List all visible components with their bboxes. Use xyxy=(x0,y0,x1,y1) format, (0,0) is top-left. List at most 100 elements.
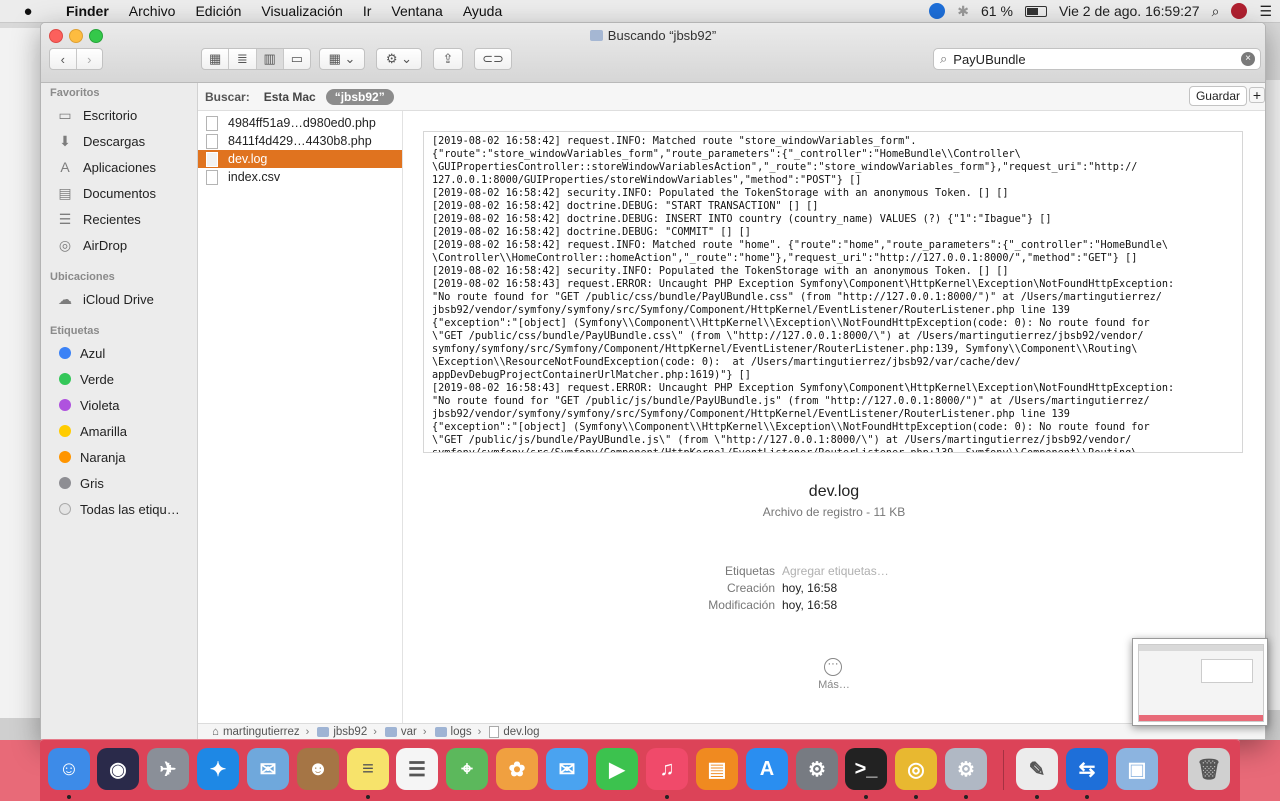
path-crumb[interactable]: jbsb92 xyxy=(311,726,367,738)
teamviewer-status-icon[interactable] xyxy=(929,3,946,19)
menu-ventana[interactable]: Ventana xyxy=(381,3,452,19)
finder-icon[interactable]: ☺ xyxy=(48,748,90,790)
file-row[interactable]: 4984ff51a9…d980ed0.php xyxy=(198,114,402,132)
trash-icon[interactable]: 🗑 xyxy=(1188,748,1230,790)
menu-edicion[interactable]: Edición xyxy=(185,3,251,19)
sidebar-tag-gris[interactable]: Gris xyxy=(56,473,104,493)
path-crumb[interactable]: var xyxy=(379,726,417,738)
thumbnail-preview xyxy=(1201,659,1253,683)
path-crumb-label: dev.log xyxy=(503,726,540,738)
icon-view-icon[interactable]: ▦ xyxy=(202,49,230,69)
path-crumb[interactable]: logs xyxy=(429,726,472,738)
search-input[interactable]: ⌕ PayUBundle × xyxy=(933,48,1261,70)
sidebar-tag-naranja[interactable]: Naranja xyxy=(56,447,126,467)
clock[interactable]: Vie 2 de ago. 16:59:27 xyxy=(1059,3,1200,19)
maps-icon[interactable]: ⌖ xyxy=(446,748,488,790)
menu-visualizacion[interactable]: Visualización xyxy=(251,3,352,19)
battery-icon[interactable] xyxy=(1024,5,1047,17)
clear-search-icon[interactable]: × xyxy=(1241,52,1255,66)
column-view-icon[interactable]: ▥ xyxy=(256,49,284,69)
bluetooth-icon[interactable]: ✱ xyxy=(957,3,969,20)
file-row[interactable]: 8411f4d429…4430b8.php xyxy=(198,132,402,150)
list-view-icon[interactable]: ≣ xyxy=(229,49,257,69)
add-tags-field[interactable]: Agregar etiquetas… xyxy=(782,564,889,578)
group-icon: ▦ ⌄ xyxy=(328,51,356,66)
more-icon[interactable]: ··· xyxy=(824,658,842,676)
screenshot-thumbnail[interactable] xyxy=(1132,638,1268,726)
save-search-button[interactable]: Guardar xyxy=(1188,86,1247,106)
search-scope-bar: Buscar: Esta Mac “jbsb92” Guardar + xyxy=(198,83,1265,111)
back-button[interactable]: ‹ xyxy=(50,49,77,69)
reminders-icon[interactable]: ☰ xyxy=(396,748,438,790)
facetime-icon[interactable]: ▶ xyxy=(596,748,638,790)
add-criteria-button[interactable]: + xyxy=(1249,87,1265,103)
share-icon: ⇪ xyxy=(442,51,454,66)
group-by-button[interactable]: ▦ ⌄ xyxy=(319,48,365,70)
home-icon: ⌂ xyxy=(212,726,219,738)
sidebar-item-aplicaciones[interactable]: A Aplicaciones xyxy=(56,157,156,177)
menu-ayuda[interactable]: Ayuda xyxy=(453,3,512,19)
books-icon[interactable]: ▤ xyxy=(696,748,738,790)
battery-percent[interactable]: 61 % xyxy=(981,3,1013,19)
log-preview[interactable]: [2019-08-02 16:58:42] request.INFO: Matc… xyxy=(423,131,1243,453)
messages-icon[interactable]: ✉ xyxy=(546,748,588,790)
system-preferences-icon[interactable]: ⚙ xyxy=(796,748,838,790)
file-row[interactable]: index.csv xyxy=(198,168,402,186)
menu-ir[interactable]: Ir xyxy=(353,3,382,19)
folder-icon xyxy=(384,727,397,737)
sidebar-item-label: AirDrop xyxy=(83,237,128,253)
apple-menu-icon[interactable]: ● xyxy=(0,3,56,20)
safari-icon[interactable]: ✦ xyxy=(197,748,239,790)
menu-archivo[interactable]: Archivo xyxy=(119,3,186,19)
background-window[interactable] xyxy=(0,28,41,718)
music-icon[interactable]: ♫ xyxy=(646,748,688,790)
launchpad-icon[interactable]: ✈ xyxy=(147,748,189,790)
sidebar-item-recientes[interactable]: ☰ Recientes xyxy=(56,209,141,229)
sidebar-header-tags: Etiquetas xyxy=(50,325,100,337)
path-separator-icon: › xyxy=(373,726,377,738)
sidebar-item-icloud-drive[interactable]: ☁ iCloud Drive xyxy=(56,289,154,309)
file-row-selected[interactable]: dev.log xyxy=(198,150,402,168)
scope-this-mac-button[interactable]: Esta Mac xyxy=(264,90,316,104)
tags-button[interactable]: ⊂⊃ xyxy=(474,48,512,70)
path-crumb[interactable]: ⌂ martingutierrez xyxy=(198,726,300,738)
sidebar-item-documentos[interactable]: ▤ Documentos xyxy=(56,183,156,203)
scope-folder-button[interactable]: “jbsb92” xyxy=(325,88,394,105)
chrome-icon[interactable]: ◎ xyxy=(895,748,937,790)
user-avatar-icon[interactable] xyxy=(1231,3,1248,19)
spotlight-search-icon[interactable]: ⌕ xyxy=(1212,3,1220,20)
share-button[interactable]: ⇪ xyxy=(433,48,463,70)
path-crumb[interactable]: dev.log xyxy=(483,726,540,738)
sidebar-item-descargas[interactable]: ⬇ Descargas xyxy=(56,131,145,151)
sidebar-tag-azul[interactable]: Azul xyxy=(56,343,105,363)
sidebar-tag-all[interactable]: Todas las etiqu… xyxy=(56,499,180,519)
search-value: PayUBundle xyxy=(953,51,1026,67)
contacts-icon[interactable]: ☻ xyxy=(297,748,339,790)
sidebar-item-label: Amarilla xyxy=(80,423,127,439)
mail-icon[interactable]: ✉ xyxy=(247,748,289,790)
settings-utility-icon[interactable]: ⚙ xyxy=(945,748,987,790)
forward-button[interactable]: › xyxy=(77,49,103,69)
cloud-icon: ☁ xyxy=(58,290,72,307)
sidebar-item-label: Documentos xyxy=(83,185,156,201)
notification-center-icon[interactable]: ☰ xyxy=(1259,3,1272,20)
notes-icon[interactable]: ≡ xyxy=(347,748,389,790)
meta-label: Modificación xyxy=(708,598,775,612)
textedit-icon[interactable]: ✎ xyxy=(1016,748,1058,790)
file-icon xyxy=(206,115,218,131)
sidebar-tag-amarilla[interactable]: Amarilla xyxy=(56,421,127,441)
photos-icon[interactable]: ✿ xyxy=(496,748,538,790)
teamviewer-icon[interactable]: ⇆ xyxy=(1066,748,1108,790)
menu-app-name[interactable]: Finder xyxy=(56,3,119,19)
sidebar-tag-violeta[interactable]: Violeta xyxy=(56,395,120,415)
sidebar-item-escritorio[interactable]: ▭ Escritorio xyxy=(56,105,137,125)
action-menu-button[interactable]: ⚙ ⌄ xyxy=(376,48,422,70)
dock: ☺ ◉ ✈ ✦ ✉ ☻ ≡ ☰ ⌖ ✿ ✉ ▶ ♫ ▤ A ⚙ >_ ◎ ⚙ ✎ ⇆ ▣ 🗑 xyxy=(40,739,1240,801)
simulator-icon[interactable]: ▣ xyxy=(1116,748,1158,790)
sidebar-item-airdrop[interactable]: ◎ AirDrop xyxy=(56,235,127,255)
siri-icon[interactable]: ◉ xyxy=(97,748,139,790)
gallery-view-icon[interactable]: ▭ xyxy=(284,49,310,69)
sidebar-tag-verde[interactable]: Verde xyxy=(56,369,114,389)
terminal-icon[interactable]: >_ xyxy=(845,748,887,790)
app-store-icon[interactable]: A xyxy=(746,748,788,790)
